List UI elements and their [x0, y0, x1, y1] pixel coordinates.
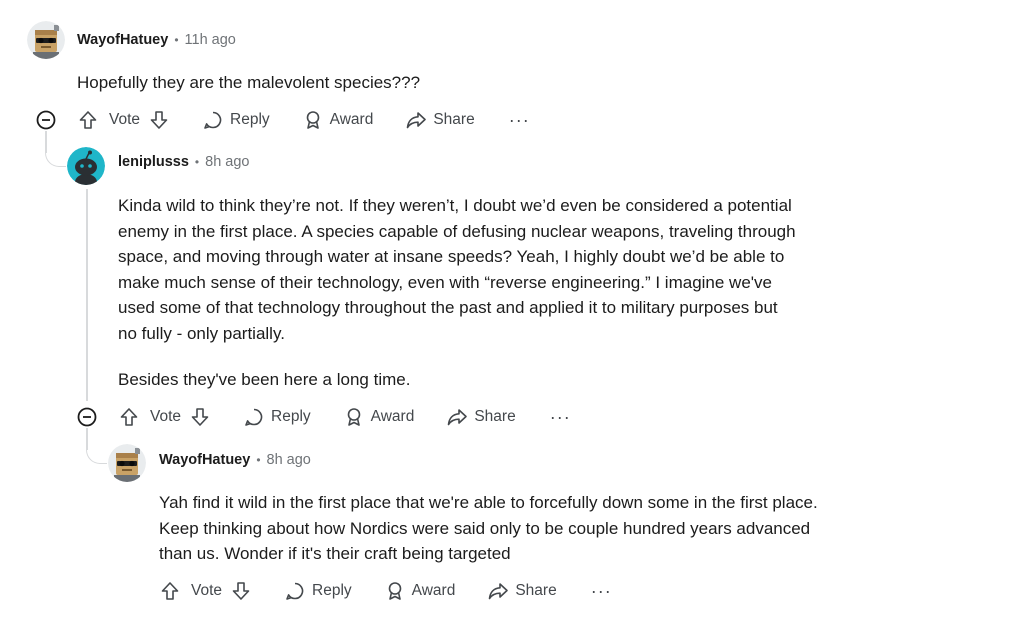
collapse-button[interactable] — [35, 109, 57, 131]
meta-separator: • — [194, 155, 200, 169]
upvote-button[interactable] — [118, 403, 140, 431]
share-label: Share — [474, 408, 516, 425]
comment-meta: WayofHatuey • 11h ago — [77, 30, 236, 50]
comment-timestamp[interactable]: 8h ago — [267, 452, 311, 468]
comment-actions: Vote Reply Award Share ··· — [159, 577, 612, 605]
comment-paragraph: Hopefully they are the malevolent specie… — [77, 73, 421, 92]
thread-elbow — [45, 150, 66, 167]
snoo-default-avatar-icon — [67, 147, 105, 185]
award-button[interactable]: Award — [343, 403, 415, 431]
award-label: Award — [329, 111, 374, 128]
vote-label: Vote — [109, 111, 141, 128]
collapse-button[interactable] — [76, 406, 98, 428]
reply-button[interactable]: Reply — [202, 106, 270, 134]
reply-label: Reply — [312, 582, 352, 599]
upvote-arrow-icon — [161, 582, 179, 600]
more-options-button[interactable]: ··· — [591, 581, 612, 602]
share-button[interactable]: Share — [487, 577, 557, 605]
comment-meta: leniplusss • 8h ago — [118, 152, 249, 172]
upvote-button[interactable] — [77, 106, 99, 134]
downvote-arrow-icon — [191, 408, 209, 426]
share-arrow-icon — [489, 583, 509, 600]
award-button[interactable]: Award — [302, 106, 374, 134]
meta-separator: • — [174, 33, 179, 47]
vote-label: Vote — [150, 408, 182, 425]
award-ribbon-icon — [388, 582, 401, 600]
comment-actions: Vote Reply Award Share ··· — [118, 403, 571, 431]
award-ribbon-icon — [347, 408, 360, 426]
meta-separator: • — [256, 453, 261, 467]
snoo-sunglasses-avatar-icon — [27, 21, 65, 59]
comment-paragraph: Besides they've been here a long time. — [118, 369, 411, 389]
comment-timestamp[interactable]: 8h ago — [205, 154, 249, 170]
user-avatar[interactable] — [67, 147, 105, 185]
author-name[interactable]: leniplusss — [118, 154, 189, 170]
reply-button[interactable]: Reply — [284, 577, 352, 605]
thread-line — [86, 189, 88, 401]
downvote-arrow-icon — [232, 582, 250, 600]
award-button[interactable]: Award — [384, 577, 456, 605]
downvote-button[interactable] — [230, 577, 252, 605]
snoo-sunglasses-avatar-icon — [108, 444, 146, 482]
downvote-button[interactable] — [189, 403, 211, 431]
comment-paragraph: Kinda wild to think they’re not. If they… — [118, 196, 796, 343]
reply-bubble-icon — [245, 408, 263, 426]
comment-meta: WayofHatuey • 8h ago — [159, 450, 311, 470]
author-name[interactable]: WayofHatuey — [77, 32, 168, 48]
collapse-minus-icon — [36, 110, 56, 130]
award-label: Award — [411, 582, 456, 599]
collapse-minus-icon — [77, 407, 97, 427]
share-arrow-icon — [448, 409, 468, 426]
user-avatar[interactable] — [27, 21, 65, 59]
comment-timestamp[interactable]: 11h ago — [185, 32, 236, 48]
more-options-button[interactable]: ··· — [550, 407, 571, 428]
reply-button[interactable]: Reply — [243, 403, 311, 431]
more-options-button[interactable]: ··· — [509, 110, 530, 131]
downvote-button[interactable] — [148, 106, 170, 134]
share-button[interactable]: Share — [446, 403, 516, 431]
vote-label: Vote — [191, 582, 223, 599]
share-arrow-icon — [407, 112, 427, 129]
upvote-arrow-icon — [120, 408, 138, 426]
user-avatar[interactable] — [108, 444, 146, 482]
reply-label: Reply — [230, 111, 270, 128]
upvote-arrow-icon — [79, 111, 97, 129]
share-label: Share — [515, 582, 557, 599]
reply-bubble-icon — [204, 111, 222, 129]
award-label: Award — [370, 408, 415, 425]
award-ribbon-icon — [306, 111, 319, 129]
downvote-arrow-icon — [150, 111, 168, 129]
comment-body: Hopefully they are the malevolent specie… — [77, 70, 797, 96]
upvote-button[interactable] — [159, 577, 181, 605]
comment-body: Yah find it wild in the first place that… — [159, 490, 824, 567]
comment-actions: Vote Reply Award Share ··· — [77, 106, 530, 134]
reply-bubble-icon — [286, 582, 304, 600]
author-name[interactable]: WayofHatuey — [159, 452, 250, 468]
comment-body: Kinda wild to think they’re not. If they… — [118, 193, 798, 392]
thread-elbow — [86, 447, 107, 464]
reply-label: Reply — [271, 408, 311, 425]
share-label: Share — [433, 111, 475, 128]
comment-paragraph: Yah find it wild in the first place that… — [159, 493, 818, 564]
share-button[interactable]: Share — [405, 106, 475, 134]
